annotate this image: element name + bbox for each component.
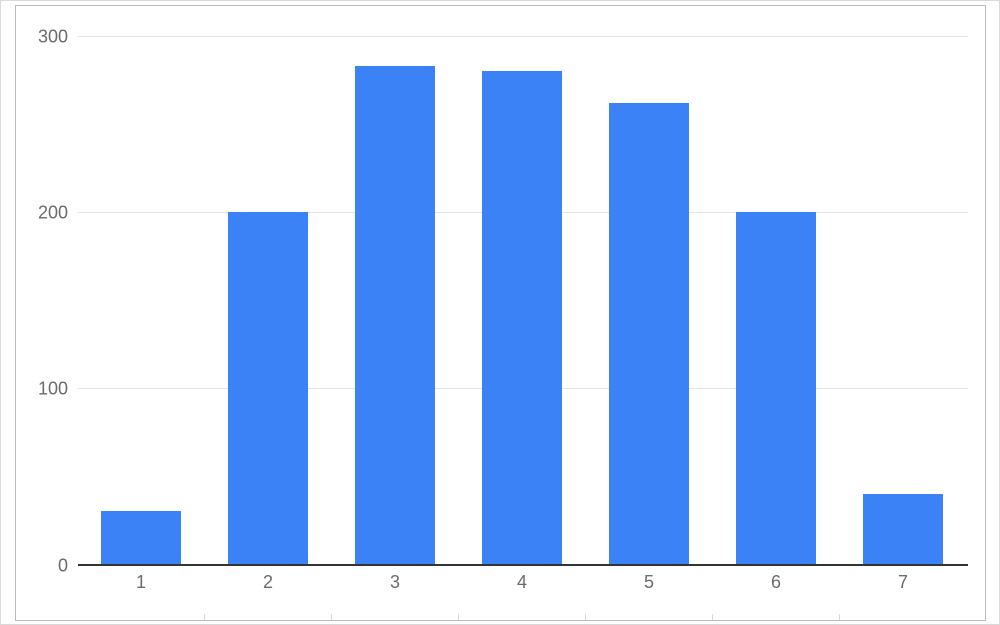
x-tick-label: 6 — [771, 572, 781, 593]
y-tick-label: 300 — [38, 27, 68, 48]
x-tick-label: 4 — [517, 572, 527, 593]
x-minor-tick — [331, 614, 332, 620]
bar-3 — [355, 66, 435, 564]
gridline-300: 300 — [78, 36, 968, 37]
x-minor-tick — [458, 614, 459, 620]
x-minor-tick — [839, 614, 840, 620]
bar-7 — [863, 494, 943, 564]
x-tick-label: 7 — [898, 572, 908, 593]
plot-area: 300 200 100 0 1 2 3 4 — [78, 36, 968, 564]
bar-6 — [736, 212, 816, 564]
bar-1 — [101, 511, 181, 564]
x-tick-label: 5 — [644, 572, 654, 593]
sheet-border: 300 200 100 0 1 2 3 4 — [0, 0, 1000, 625]
x-minor-tick — [712, 614, 713, 620]
x-tick-label: 1 — [136, 572, 146, 593]
y-tick-label: 0 — [58, 556, 68, 577]
bar-2 — [228, 212, 308, 564]
x-tick-label: 3 — [390, 572, 400, 593]
x-axis-baseline: 0 — [78, 564, 968, 566]
bar-4 — [482, 71, 562, 564]
x-tick-label: 2 — [263, 572, 273, 593]
y-tick-label: 200 — [38, 203, 68, 224]
x-minor-tick — [585, 614, 586, 620]
x-minor-tick — [204, 614, 205, 620]
chart-frame: 300 200 100 0 1 2 3 4 — [15, 5, 986, 621]
bar-5 — [609, 103, 689, 564]
y-tick-label: 100 — [38, 379, 68, 400]
